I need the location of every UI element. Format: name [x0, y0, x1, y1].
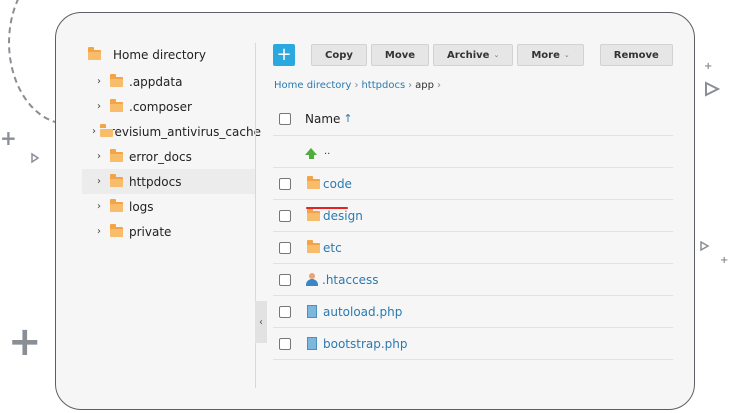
breadcrumb-separator-icon: › [436, 80, 441, 91]
more-dropdown-button[interactable]: More ⌄ [517, 44, 584, 66]
triangle-decoration-icon [700, 240, 710, 252]
file-icon [307, 305, 317, 318]
plus-decoration-icon: + [704, 61, 713, 72]
tree-root-label: Home directory [113, 48, 206, 62]
move-button[interactable]: Move [370, 44, 430, 66]
more-button-label: More [531, 49, 560, 61]
folder-icon [110, 198, 123, 212]
tree-item-revisium-antivirus-cache[interactable]: › .revisium_antivirus_cache [82, 119, 261, 144]
table-row-parent[interactable]: .. [273, 136, 673, 168]
folder-icon [110, 223, 123, 237]
file-name-link[interactable]: .htaccess [322, 273, 379, 287]
plus-decoration-icon: + [720, 255, 729, 266]
tree-item-httpdocs[interactable]: › httpdocs [82, 169, 256, 194]
file-name-link[interactable]: bootstrap.php [323, 337, 408, 351]
tree-item-label: error_docs [129, 149, 192, 164]
chevron-right-icon[interactable]: › [92, 76, 106, 87]
table-row[interactable]: design [273, 200, 673, 232]
tree-root-home[interactable]: Home directory [84, 47, 206, 62]
highlight-underline [306, 207, 348, 209]
table-row[interactable]: .htaccess [273, 264, 673, 296]
tree-item-label: .composer [129, 99, 192, 114]
tree-list: › .appdata › .composer › .revisium_antiv… [82, 69, 261, 244]
row-checkbox[interactable] [279, 241, 291, 254]
breadcrumb-httpdocs[interactable]: httpdocs [361, 80, 405, 91]
table-row[interactable]: etc [273, 232, 673, 264]
chevron-right-icon[interactable]: › [92, 126, 96, 137]
tree-item-private[interactable]: › private [82, 219, 256, 244]
plus-decoration-icon: + [8, 319, 42, 365]
parent-directory-link[interactable]: .. [324, 146, 330, 157]
breadcrumb-current: app [415, 80, 434, 91]
chevron-left-icon: ‹ [259, 316, 263, 328]
user-file-icon [306, 273, 318, 286]
breadcrumb-separator-icon: › [354, 80, 359, 91]
row-checkbox[interactable] [279, 177, 291, 190]
sort-ascending-icon[interactable]: ↑ [343, 112, 352, 125]
breadcrumb-home[interactable]: Home directory [274, 80, 351, 91]
triangle-decoration-icon [31, 152, 40, 164]
file-name-link[interactable]: design [323, 209, 363, 223]
directory-tree: Home directory › .appdata › .composer › … [56, 13, 261, 409]
tree-item-logs[interactable]: › logs [82, 194, 256, 219]
up-arrow-icon [305, 148, 317, 159]
tree-item-label: .revisium_antivirus_cache [106, 124, 261, 139]
screen: + + + + Home directory › .appdata › .com… [0, 0, 729, 413]
folder-icon [110, 148, 123, 162]
tree-item-label: .appdata [129, 74, 183, 89]
copy-button-label: Copy [325, 49, 353, 61]
table-row[interactable]: code [273, 168, 673, 200]
row-checkbox[interactable] [279, 209, 291, 222]
row-checkbox[interactable] [279, 337, 291, 350]
table-row[interactable]: bootstrap.php [273, 328, 673, 360]
file-manager-window: Home directory › .appdata › .composer › … [55, 12, 695, 410]
folder-icon [307, 175, 320, 189]
chevron-down-icon: ⌄ [563, 51, 570, 59]
folder-icon [110, 98, 123, 112]
tree-item-error-docs[interactable]: › error_docs [82, 144, 256, 169]
chevron-right-icon[interactable]: › [92, 201, 106, 212]
folder-icon [307, 239, 320, 253]
chevron-down-icon: ⌄ [493, 51, 500, 59]
toolbar: + Copy Move Archive ⌄ More ⌄ Remove [273, 44, 673, 66]
remove-button[interactable]: Remove [599, 44, 673, 66]
table-row[interactable]: autoload.php [273, 296, 673, 328]
triangle-decoration-icon [705, 81, 721, 97]
chevron-right-icon[interactable]: › [92, 226, 106, 237]
move-button-label: Move [384, 49, 416, 61]
archive-dropdown-button[interactable]: Archive ⌄ [433, 44, 514, 66]
archive-button-label: Archive [447, 49, 490, 61]
breadcrumb: Home directory › httpdocs › app › [274, 80, 441, 91]
file-name-link[interactable]: etc [323, 241, 342, 255]
tree-item-label: httpdocs [129, 174, 182, 189]
file-name-link[interactable]: code [323, 177, 352, 191]
folder-icon [88, 47, 101, 60]
remove-button-label: Remove [613, 49, 659, 61]
table-header: Name ↑ [273, 102, 673, 136]
tree-item-label: private [129, 224, 172, 239]
copy-button[interactable]: Copy [311, 44, 367, 66]
add-button[interactable]: + [273, 44, 295, 66]
tree-item-appdata[interactable]: › .appdata [82, 69, 256, 94]
select-all-checkbox[interactable] [279, 112, 291, 125]
row-checkbox[interactable] [279, 273, 291, 286]
collapse-sidebar-handle[interactable]: ‹ [255, 301, 267, 343]
name-column-header[interactable]: Name [305, 112, 340, 126]
breadcrumb-separator-icon: › [408, 80, 413, 91]
chevron-right-icon[interactable]: › [92, 176, 106, 187]
folder-icon [110, 173, 123, 187]
file-icon [307, 337, 317, 350]
chevron-right-icon[interactable]: › [92, 151, 106, 162]
tree-item-composer[interactable]: › .composer [82, 94, 256, 119]
chevron-right-icon[interactable]: › [92, 101, 106, 112]
folder-icon [110, 73, 123, 87]
row-checkbox[interactable] [279, 305, 291, 318]
file-name-link[interactable]: autoload.php [323, 305, 402, 319]
tree-item-label: logs [129, 199, 154, 214]
plus-decoration-icon: + [0, 126, 17, 150]
file-table: Name ↑ .. code design etc .htaccess auto… [273, 102, 673, 360]
folder-icon [307, 207, 320, 221]
